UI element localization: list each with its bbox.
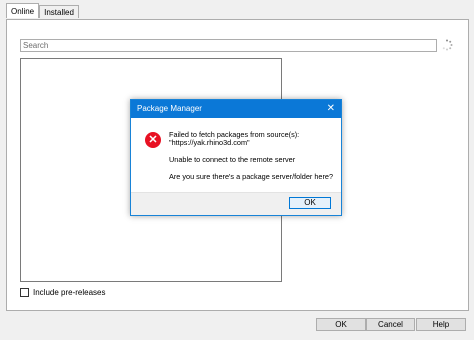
error-message-line3: Unable to connect to the remote server	[169, 155, 296, 164]
include-prereleases-checkbox[interactable]: Include pre-releases	[20, 288, 105, 297]
dialog-footer: OK	[131, 192, 341, 215]
loading-spinner-icon	[442, 39, 453, 51]
dialog-title: Package Manager	[137, 104, 202, 113]
dialog-ok-button[interactable]: OK	[289, 197, 331, 209]
dialog-body: ✕ Failed to fetch packages from source(s…	[131, 118, 341, 194]
tab-installed[interactable]: Installed	[39, 5, 79, 18]
close-icon[interactable]: ✕	[327, 100, 335, 118]
error-dialog: Package Manager ✕ ✕ Failed to fetch pack…	[130, 99, 342, 216]
checkbox-box[interactable]	[20, 288, 29, 297]
error-message-line4: Are you sure there's a package server/fo…	[169, 172, 334, 181]
error-icon: ✕	[145, 132, 161, 148]
cancel-button[interactable]: Cancel	[366, 318, 415, 331]
dialog-title-bar: Package Manager ✕	[131, 100, 341, 118]
ok-button[interactable]: OK	[316, 318, 366, 331]
include-prereleases-label: Include pre-releases	[33, 288, 106, 297]
tab-strip: Online Installed	[6, 3, 79, 20]
help-button[interactable]: Help	[416, 318, 466, 331]
error-message-line2: "https://yak.rhino3d.com"	[169, 138, 250, 147]
search-input[interactable]: Search	[20, 39, 437, 52]
tab-online[interactable]: Online	[6, 3, 40, 18]
